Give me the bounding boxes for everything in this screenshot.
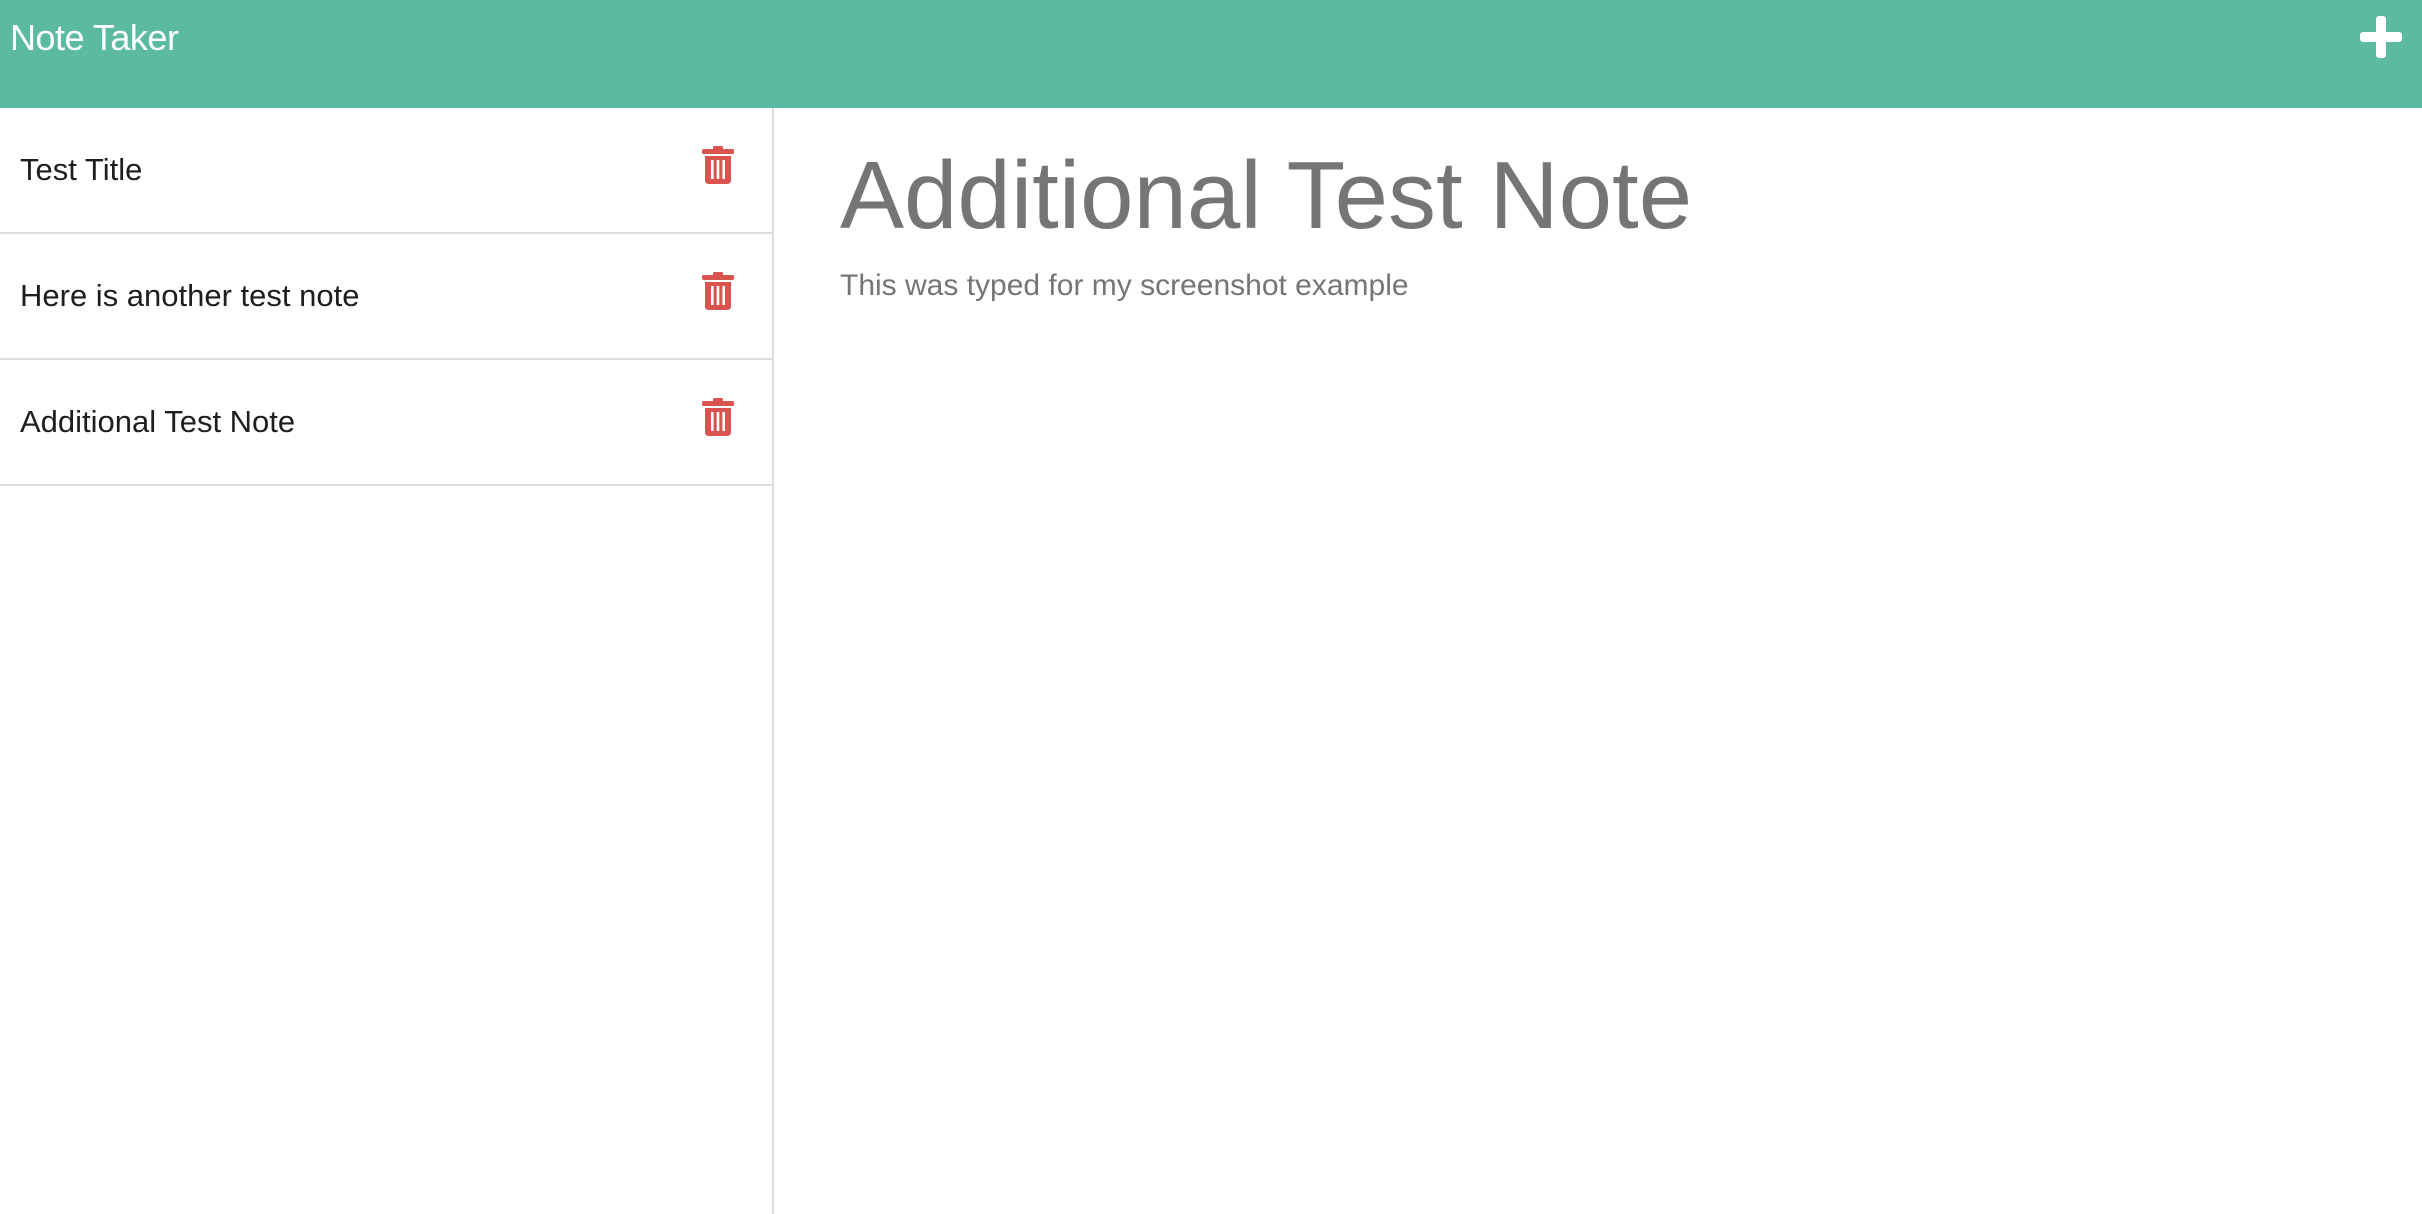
delete-note-button[interactable] <box>702 398 734 436</box>
note-list-panel: Test Title Here is another test note Add… <box>0 108 774 1214</box>
new-note-button[interactable] <box>2358 14 2404 60</box>
note-list-item-title: Additional Test Note <box>20 404 296 439</box>
navbar: Note Taker <box>0 0 2422 108</box>
note-list-item[interactable]: Here is another test note <box>0 234 772 360</box>
trash-icon <box>702 146 734 184</box>
app-brand[interactable]: Note Taker <box>10 14 179 62</box>
trash-icon <box>702 398 734 436</box>
trash-icon <box>702 272 734 310</box>
note-list-item-title: Test Title <box>20 152 143 187</box>
note-list-item-title: Here is another test note <box>20 278 360 313</box>
note-list-item[interactable]: Test Title <box>0 108 772 234</box>
note-title-field[interactable]: Additional Test Note <box>840 128 1692 264</box>
note-list-item[interactable]: Additional Test Note <box>0 360 772 486</box>
plus-icon <box>2360 16 2402 58</box>
delete-note-button[interactable] <box>702 146 734 184</box>
delete-note-button[interactable] <box>702 272 734 310</box>
note-editor: Additional Test Note This was typed for … <box>774 108 2422 1214</box>
note-list: Test Title Here is another test note Add… <box>0 108 772 486</box>
note-text-field[interactable]: This was typed for my screenshot example <box>840 266 1409 306</box>
